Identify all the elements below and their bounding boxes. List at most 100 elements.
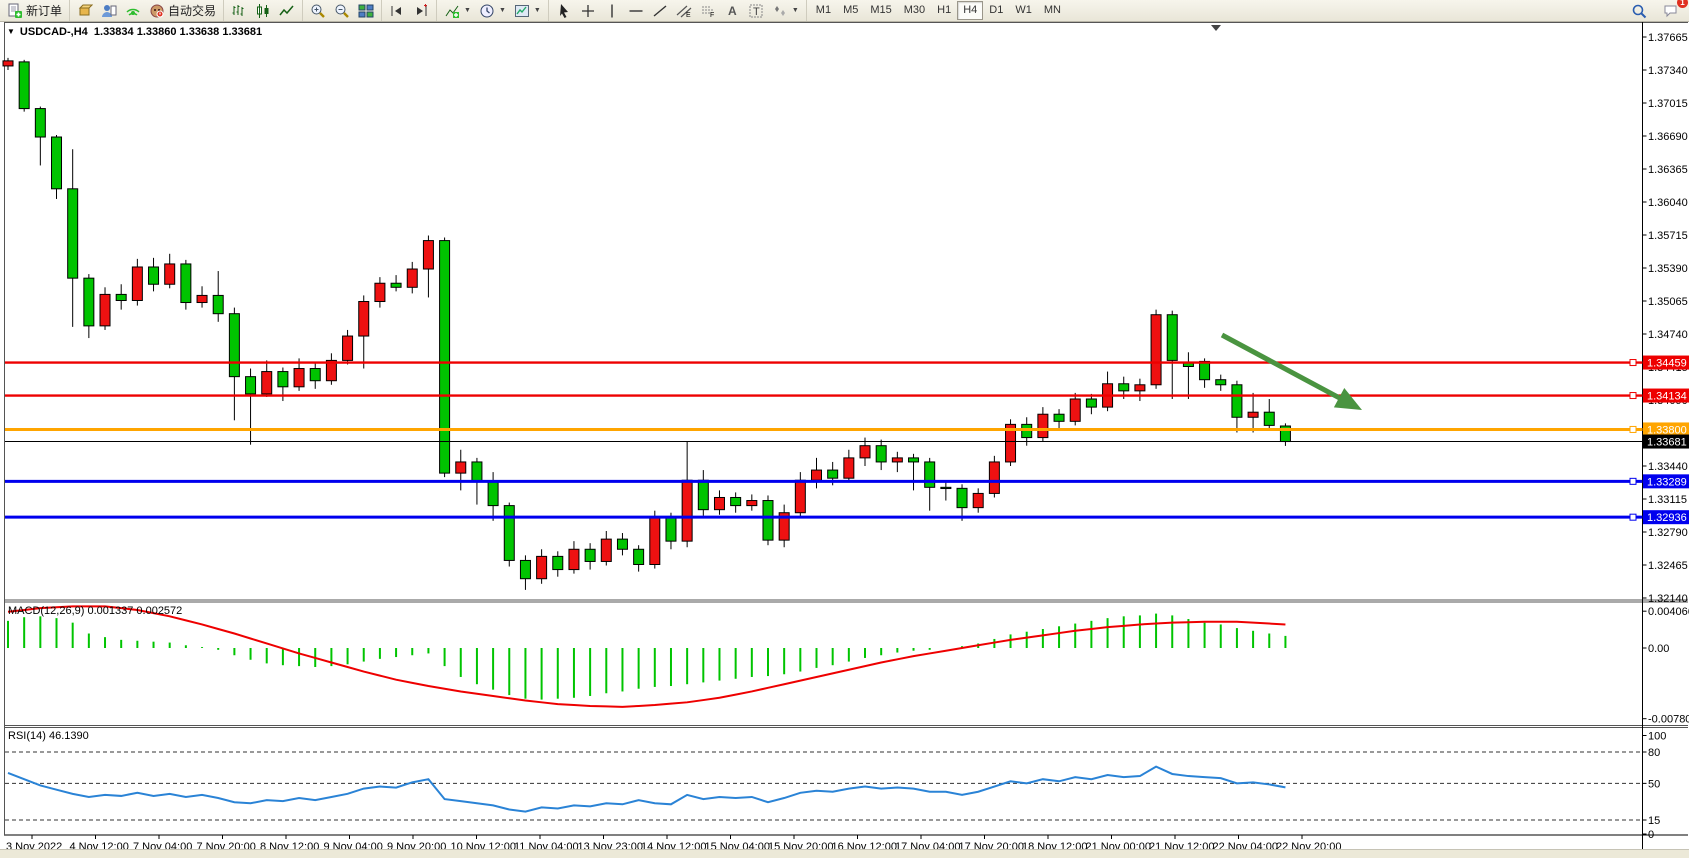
price-tick-label: 1.32790 (1648, 527, 1688, 539)
price-badge: 1.33289 (1643, 474, 1689, 488)
candle (19, 60, 29, 112)
trendline-icon (652, 3, 668, 19)
chart-window[interactable]: 1.376651.373401.370151.366901.363651.360… (0, 22, 1689, 858)
crosshair-tool-button[interactable] (576, 0, 600, 21)
vline-icon (604, 3, 620, 19)
svg-text:1.34459: 1.34459 (1647, 358, 1687, 370)
toolbar-group: EFA T ▼ (549, 0, 807, 21)
text-label-tool-button[interactable]: T (744, 0, 768, 21)
timeframe-button-m30[interactable]: M30 (898, 1, 931, 20)
line-anchor[interactable] (1630, 426, 1636, 432)
hline-icon (628, 3, 644, 19)
svg-text:T: T (753, 6, 760, 18)
candlestick-mode-button[interactable] (251, 0, 275, 21)
new-order-button-label: 新订单 (26, 2, 62, 19)
macd-indicator-label: MACD(12,26,9) 0.001337 0.002572 (8, 605, 182, 617)
indicators-button[interactable]: ▼ (440, 0, 475, 21)
robot-icon (149, 3, 165, 19)
signals-button[interactable] (121, 0, 145, 21)
timeframe-button-m15[interactable]: M15 (864, 1, 897, 20)
clock-icon (479, 3, 495, 19)
price-tick-label: 1.37015 (1648, 98, 1688, 110)
chart-shift-button[interactable] (409, 0, 433, 21)
candle (989, 456, 999, 498)
price-badge: 1.32936 (1643, 510, 1689, 524)
line-anchor[interactable] (1630, 393, 1636, 399)
auto-scroll-button[interactable] (385, 0, 409, 21)
timeframe-button-m5[interactable]: M5 (837, 1, 864, 20)
equidistant-channel-tool-button[interactable]: E (672, 0, 696, 21)
price-tick-label: 1.32140 (1648, 593, 1688, 605)
autotrading-button[interactable]: 自动交易 (145, 0, 220, 21)
zoomin-icon (310, 3, 326, 19)
timeframe-button-h1[interactable]: H1 (931, 1, 957, 20)
price-badge: 1.34459 (1643, 356, 1689, 370)
crosshair-icon (580, 3, 596, 19)
timeframe-button-mn[interactable]: MN (1038, 1, 1067, 20)
templates-button[interactable]: ▼ (510, 0, 545, 21)
chevron-down-icon[interactable]: ▼ (464, 7, 471, 14)
chart-canvas[interactable]: 1.376651.373401.370151.366901.363651.360… (0, 22, 1689, 858)
timeframe-group: M1M5M15M30H1H4D1W1MN (807, 0, 1070, 21)
arrows-tool-button[interactable]: ▼ (768, 0, 803, 21)
candle (650, 511, 660, 569)
chevron-down-icon[interactable]: ▼ (792, 7, 799, 14)
chat-button[interactable]: 1 (1659, 0, 1683, 21)
candles-icon (255, 3, 271, 19)
new-order-button[interactable]: 新订单 (3, 0, 66, 21)
timeframe-button-w1[interactable]: W1 (1009, 1, 1038, 20)
vertical-line-tool-button[interactable] (600, 0, 624, 21)
bar-chart-mode-button[interactable] (227, 0, 251, 21)
text-tool-button[interactable]: A (720, 0, 744, 21)
candle (763, 495, 773, 545)
magnifier-icon (1631, 3, 1647, 19)
price-tick-label: 1.37340 (1648, 65, 1688, 77)
line-chart-mode-button[interactable] (275, 0, 299, 21)
rsi-axis-label: 15 (1648, 815, 1660, 827)
fibonacci-tool-button[interactable]: F (696, 0, 720, 21)
macd-axis-label: 0.004066 (1648, 606, 1689, 618)
toolbar-group (303, 0, 382, 21)
chart-title-symbol: USDCAD-,H4 (20, 26, 88, 38)
chat-badge: 1 (1677, 0, 1688, 8)
line-anchor[interactable] (1630, 478, 1636, 484)
rsi-axis-label: 50 (1648, 778, 1660, 790)
timeframe-button-h4[interactable]: H4 (957, 1, 983, 20)
shapes-icon (772, 3, 788, 19)
horizontal-line-tool-button[interactable] (624, 0, 648, 21)
toolbar-group: ▼ ▼ ▼ (437, 0, 549, 21)
price-badge: 1.34134 (1643, 389, 1689, 403)
svg-text:A: A (728, 4, 737, 18)
toolbar-right-group: 1 (1627, 0, 1689, 21)
chart-title-collapse-icon[interactable]: ▼ (7, 27, 15, 36)
doc-plus-icon (7, 3, 23, 19)
price-badge: 1.33800 (1643, 422, 1689, 436)
rsi-axis-label: 100 (1648, 731, 1666, 743)
chevron-down-icon[interactable]: ▼ (534, 7, 541, 14)
line-anchor[interactable] (1630, 514, 1636, 520)
svg-text:1.33681: 1.33681 (1647, 437, 1687, 449)
trendline-tool-button[interactable] (648, 0, 672, 21)
fibo-icon: F (700, 3, 716, 19)
cursor-tool-button[interactable] (552, 0, 576, 21)
chevron-down-icon[interactable]: ▼ (499, 7, 506, 14)
tile-windows-button[interactable] (354, 0, 378, 21)
timeframe-button-m1[interactable]: M1 (810, 1, 837, 20)
line-anchor[interactable] (1630, 360, 1636, 366)
toolbar-group: 自动交易 (70, 0, 224, 21)
channel-icon: E (676, 3, 692, 19)
signal-icon (125, 3, 141, 19)
search-button[interactable] (1627, 0, 1651, 21)
zoom-in-button[interactable] (306, 0, 330, 21)
zoom-out-button[interactable] (330, 0, 354, 21)
candle (1006, 419, 1016, 466)
toolbox-button[interactable] (73, 0, 97, 21)
price-tick-label: 1.35715 (1648, 230, 1688, 242)
market-watch-button[interactable] (97, 0, 121, 21)
zoomout-icon (334, 3, 350, 19)
rsi-axis-label: 0 (1648, 829, 1654, 841)
autotrading-button-label: 自动交易 (168, 2, 216, 19)
periodicity-button[interactable]: ▼ (475, 0, 510, 21)
timeframe-button-d1[interactable]: D1 (983, 1, 1009, 20)
svg-text:1.34134: 1.34134 (1647, 391, 1687, 403)
